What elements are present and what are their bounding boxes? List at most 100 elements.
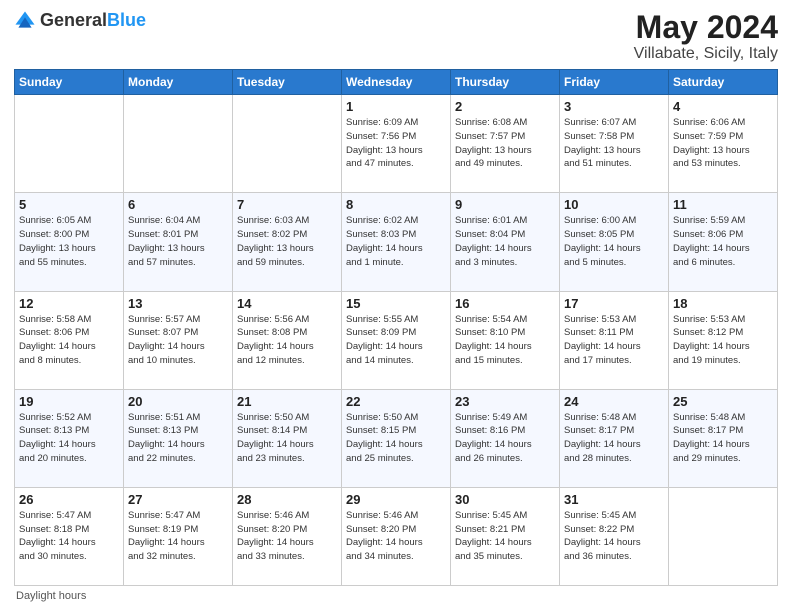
calendar-week-row: 5Sunrise: 6:05 AMSunset: 8:00 PMDaylight… xyxy=(15,193,778,291)
calendar-cell: 2Sunrise: 6:08 AMSunset: 7:57 PMDaylight… xyxy=(451,95,560,193)
day-info: Sunrise: 5:48 AMSunset: 8:17 PMDaylight:… xyxy=(673,411,773,466)
day-info: Sunrise: 5:54 AMSunset: 8:10 PMDaylight:… xyxy=(455,313,555,368)
calendar-cell: 24 Sunrise: 5:48 AMSunset: 8:17 PMDayligh… xyxy=(560,389,669,487)
calendar-cell: 13Sunrise: 5:57 AMSunset: 8:07 PMDayligh… xyxy=(124,291,233,389)
calendar-week-row: 12 Sunrise: 5:58 AMSunset: 8:06 PMDayligh… xyxy=(15,291,778,389)
calendar-cell: 22 Sunrise: 5:50 AMSunset: 8:15 PMDayligh… xyxy=(342,389,451,487)
header: GeneralBlue May 2024 Villabate, Sicily, … xyxy=(14,10,778,63)
day-info: Sunrise: 5:53 AMSunset: 8:12 PMDaylight:… xyxy=(673,313,773,368)
location-title: Villabate, Sicily, Italy xyxy=(634,45,778,63)
calendar-day-header: Sunday xyxy=(15,70,124,95)
day-info: Sunrise: 6:02 AMSunset: 8:03 PMDaylight:… xyxy=(346,214,446,269)
day-number: 12 xyxy=(19,296,119,311)
day-info: Sunrise: 5:56 AMSunset: 8:08 PMDaylight:… xyxy=(237,313,337,368)
calendar-cell: 20 Sunrise: 5:51 AMSunset: 8:13 PMDayligh… xyxy=(124,389,233,487)
day-number: 20 xyxy=(128,394,228,409)
day-info: Sunrise: 5:48 AMSunset: 8:17 PMDaylight:… xyxy=(564,411,664,466)
calendar-cell: 31Sunrise: 5:45 AMSunset: 8:22 PMDayligh… xyxy=(560,487,669,585)
calendar-cell: 15Sunrise: 5:55 AMSunset: 8:09 PMDayligh… xyxy=(342,291,451,389)
day-number: 14 xyxy=(237,296,337,311)
day-info: Sunrise: 6:09 AMSunset: 7:56 PMDaylight:… xyxy=(346,116,446,171)
calendar-cell: 4 Sunrise: 6:06 AMSunset: 7:59 PMDaylight… xyxy=(669,95,778,193)
logo-text: GeneralBlue xyxy=(40,11,146,31)
day-number: 11 xyxy=(673,197,773,212)
calendar-cell: 29 Sunrise: 5:46 AMSunset: 8:20 PMDayligh… xyxy=(342,487,451,585)
day-info: Sunrise: 6:05 AMSunset: 8:00 PMDaylight:… xyxy=(19,214,119,269)
day-number: 27 xyxy=(128,492,228,507)
day-number: 1 xyxy=(346,99,446,114)
calendar-cell xyxy=(15,95,124,193)
logo: GeneralBlue xyxy=(14,10,146,32)
day-number: 23 xyxy=(455,394,555,409)
day-number: 25 xyxy=(673,394,773,409)
calendar-header-row: SundayMondayTuesdayWednesdayThursdayFrid… xyxy=(15,70,778,95)
calendar-cell: 18 Sunrise: 5:53 AMSunset: 8:12 PMDayligh… xyxy=(669,291,778,389)
calendar-week-row: 26Sunrise: 5:47 AMSunset: 8:18 PMDayligh… xyxy=(15,487,778,585)
calendar-day-header: Tuesday xyxy=(233,70,342,95)
day-info: Sunrise: 5:50 AMSunset: 8:15 PMDaylight:… xyxy=(346,411,446,466)
logo-icon xyxy=(14,10,36,32)
calendar-cell: 23 Sunrise: 5:49 AMSunset: 8:16 PMDayligh… xyxy=(451,389,560,487)
day-info: Sunrise: 5:52 AMSunset: 8:13 PMDaylight:… xyxy=(19,411,119,466)
day-info: Sunrise: 5:46 AMSunset: 8:20 PMDaylight:… xyxy=(346,509,446,564)
day-info: Sunrise: 6:01 AMSunset: 8:04 PMDaylight:… xyxy=(455,214,555,269)
day-info: Sunrise: 5:46 AMSunset: 8:20 PMDaylight:… xyxy=(237,509,337,564)
calendar-week-row: 1 Sunrise: 6:09 AMSunset: 7:56 PMDaylight… xyxy=(15,95,778,193)
logo-blue: Blue xyxy=(107,10,146,30)
day-number: 2 xyxy=(455,99,555,114)
page: GeneralBlue May 2024 Villabate, Sicily, … xyxy=(0,0,792,612)
day-number: 17 xyxy=(564,296,664,311)
calendar-cell: 17 Sunrise: 5:53 AMSunset: 8:11 PMDayligh… xyxy=(560,291,669,389)
day-info: Sunrise: 6:06 AMSunset: 7:59 PMDaylight:… xyxy=(673,116,773,171)
day-info: Sunrise: 6:04 AMSunset: 8:01 PMDaylight:… xyxy=(128,214,228,269)
day-number: 7 xyxy=(237,197,337,212)
calendar-cell: 1 Sunrise: 6:09 AMSunset: 7:56 PMDaylight… xyxy=(342,95,451,193)
footer-note: Daylight hours xyxy=(14,590,778,602)
day-number: 29 xyxy=(346,492,446,507)
calendar-cell: 27Sunrise: 5:47 AMSunset: 8:19 PMDayligh… xyxy=(124,487,233,585)
day-number: 3 xyxy=(564,99,664,114)
calendar-cell: 5Sunrise: 6:05 AMSunset: 8:00 PMDaylight… xyxy=(15,193,124,291)
day-info: Sunrise: 5:50 AMSunset: 8:14 PMDaylight:… xyxy=(237,411,337,466)
calendar-day-header: Monday xyxy=(124,70,233,95)
day-number: 16 xyxy=(455,296,555,311)
day-number: 10 xyxy=(564,197,664,212)
day-info: Sunrise: 5:51 AMSunset: 8:13 PMDaylight:… xyxy=(128,411,228,466)
calendar-cell: 9Sunrise: 6:01 AMSunset: 8:04 PMDaylight… xyxy=(451,193,560,291)
day-number: 18 xyxy=(673,296,773,311)
calendar-day-header: Thursday xyxy=(451,70,560,95)
day-number: 19 xyxy=(19,394,119,409)
day-info: Sunrise: 6:00 AMSunset: 8:05 PMDaylight:… xyxy=(564,214,664,269)
calendar-cell: 14 Sunrise: 5:56 AMSunset: 8:08 PMDayligh… xyxy=(233,291,342,389)
day-number: 13 xyxy=(128,296,228,311)
calendar-cell: 12 Sunrise: 5:58 AMSunset: 8:06 PMDayligh… xyxy=(15,291,124,389)
calendar-table: SundayMondayTuesdayWednesdayThursdayFrid… xyxy=(14,69,778,586)
day-number: 4 xyxy=(673,99,773,114)
calendar-cell: 10 Sunrise: 6:00 AMSunset: 8:05 PMDayligh… xyxy=(560,193,669,291)
calendar-cell xyxy=(233,95,342,193)
daylight-hours-label: Daylight hours xyxy=(16,590,86,602)
calendar-day-header: Saturday xyxy=(669,70,778,95)
day-number: 22 xyxy=(346,394,446,409)
day-info: Sunrise: 5:55 AMSunset: 8:09 PMDaylight:… xyxy=(346,313,446,368)
calendar-week-row: 19 Sunrise: 5:52 AMSunset: 8:13 PMDayligh… xyxy=(15,389,778,487)
day-number: 31 xyxy=(564,492,664,507)
calendar-cell: 21Sunrise: 5:50 AMSunset: 8:14 PMDayligh… xyxy=(233,389,342,487)
day-number: 24 xyxy=(564,394,664,409)
day-number: 26 xyxy=(19,492,119,507)
day-number: 30 xyxy=(455,492,555,507)
month-title: May 2024 xyxy=(634,10,778,45)
title-block: May 2024 Villabate, Sicily, Italy xyxy=(634,10,778,63)
calendar-cell: 11Sunrise: 5:59 AMSunset: 8:06 PMDayligh… xyxy=(669,193,778,291)
calendar-cell: 19 Sunrise: 5:52 AMSunset: 8:13 PMDayligh… xyxy=(15,389,124,487)
calendar-day-header: Wednesday xyxy=(342,70,451,95)
day-info: Sunrise: 5:58 AMSunset: 8:06 PMDaylight:… xyxy=(19,313,119,368)
day-info: Sunrise: 5:49 AMSunset: 8:16 PMDaylight:… xyxy=(455,411,555,466)
day-info: Sunrise: 5:53 AMSunset: 8:11 PMDaylight:… xyxy=(564,313,664,368)
calendar-cell: 25 Sunrise: 5:48 AMSunset: 8:17 PMDayligh… xyxy=(669,389,778,487)
calendar-cell: 28 Sunrise: 5:46 AMSunset: 8:20 PMDayligh… xyxy=(233,487,342,585)
calendar-cell: 26Sunrise: 5:47 AMSunset: 8:18 PMDayligh… xyxy=(15,487,124,585)
calendar-cell: 30Sunrise: 5:45 AMSunset: 8:21 PMDayligh… xyxy=(451,487,560,585)
day-number: 28 xyxy=(237,492,337,507)
day-info: Sunrise: 6:03 AMSunset: 8:02 PMDaylight:… xyxy=(237,214,337,269)
